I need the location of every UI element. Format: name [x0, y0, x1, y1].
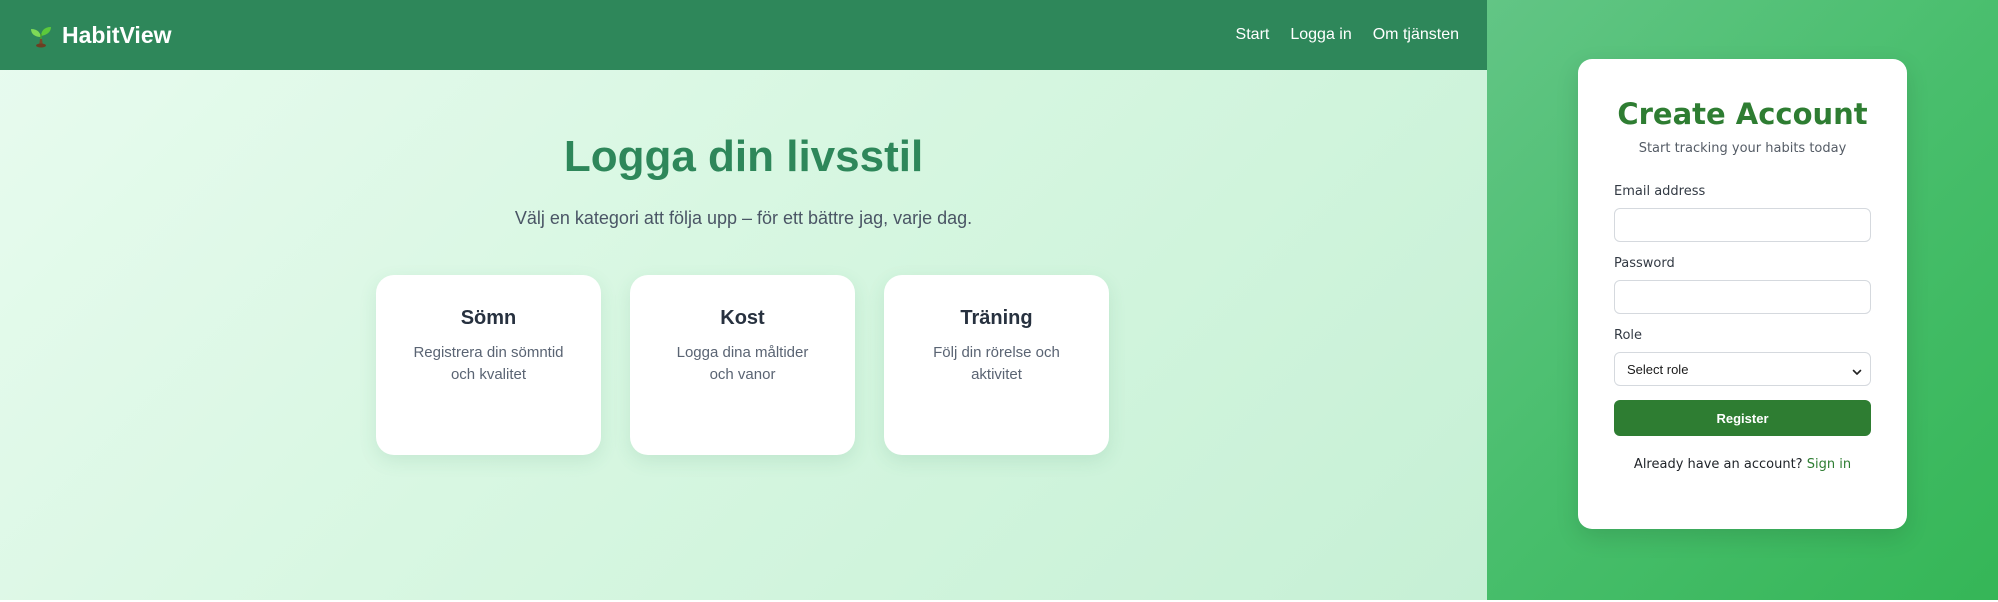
seedling-icon	[28, 22, 54, 48]
category-title: Kost	[720, 307, 765, 329]
category-description: Registrera din sömntid och kvalitet	[413, 344, 564, 383]
role-select[interactable]: Select role	[1614, 352, 1871, 386]
category-card-sleep[interactable]: Sömn Registrera din sömntid och kvalitet	[376, 275, 601, 455]
brand[interactable]: HabitView	[28, 22, 172, 49]
register-form: Create Account Start tracking your habit…	[1578, 59, 1907, 529]
signin-prompt: Already have an account?	[1633, 457, 1803, 472]
register-panel: Create Account Start tracking your habit…	[1487, 0, 1998, 600]
hero-title: Logga din livsstil	[563, 132, 924, 181]
form-subtitle: Start tracking your habits today	[1638, 141, 1847, 156]
category-description: Logga dina måltider och vanor	[676, 344, 809, 383]
nav-link-start[interactable]: Start	[1236, 26, 1270, 44]
register-button[interactable]: Register	[1614, 400, 1871, 436]
signin-link[interactable]: Sign in	[1807, 457, 1851, 472]
signin-row: Already have an account? Sign in	[1614, 457, 1871, 472]
category-title: Sömn	[460, 307, 517, 329]
email-label: Email address	[1614, 184, 1706, 199]
top-navbar: HabitView Start Logga in Om tjänsten	[0, 0, 1487, 70]
category-title: Träning	[960, 307, 1033, 329]
password-field[interactable]	[1614, 280, 1871, 314]
nav-link-login[interactable]: Logga in	[1290, 26, 1351, 44]
nav-link-about[interactable]: Om tjänsten	[1373, 26, 1459, 44]
category-description: Följ din rörelse och aktivitet	[933, 344, 1060, 383]
form-title: Create Account	[1617, 97, 1868, 131]
chevron-down-icon	[1852, 364, 1862, 375]
main-area: HabitView Start Logga in Om tjänsten Log…	[0, 0, 1487, 600]
password-label: Password	[1614, 256, 1675, 271]
email-field[interactable]	[1614, 208, 1871, 242]
category-cards: Sömn Registrera din sömntid och kvalitet…	[376, 275, 1109, 455]
brand-name: HabitView	[62, 21, 172, 48]
category-card-diet[interactable]: Kost Logga dina måltider och vanor	[630, 275, 855, 455]
role-select-value: Select role	[1627, 361, 1689, 377]
role-label: Role	[1614, 328, 1643, 343]
category-card-training[interactable]: Träning Följ din rörelse och aktivitet	[884, 275, 1109, 455]
hero-subtitle: Välj en kategori att följa upp – för ett…	[514, 208, 973, 228]
nav-links: Start Logga in Om tjänsten	[1236, 26, 1459, 44]
